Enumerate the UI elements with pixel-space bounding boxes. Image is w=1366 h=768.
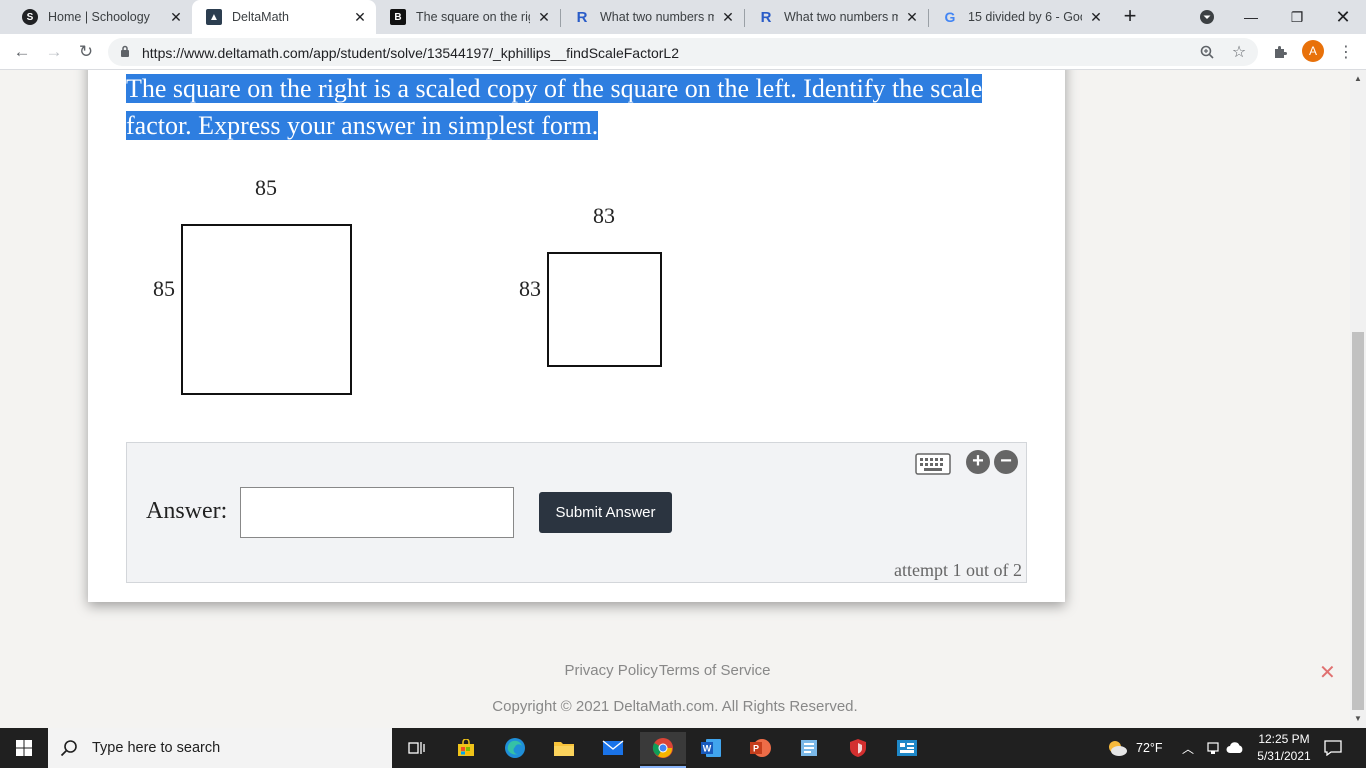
url-text[interactable]: https://www.deltamath.com/app/student/so… — [142, 45, 679, 61]
left-square-side-label: 85 — [153, 276, 175, 301]
show-hidden-icons-chevron-icon[interactable]: ︿ — [1182, 728, 1194, 768]
window-close-icon[interactable]: ✕ — [1320, 0, 1366, 34]
graduation-cap-icon: ▲ — [206, 9, 222, 25]
terms-of-service-link[interactable]: Terms of Service — [659, 662, 771, 679]
tab-what-two-numbers-2[interactable]: R What two numbers mu ✕ — [744, 0, 928, 34]
file-explorer-icon[interactable] — [547, 732, 581, 764]
scroll-down-arrow-icon[interactable]: ▼ — [1350, 712, 1366, 726]
right-square-side-label: 83 — [519, 276, 541, 301]
keyboard-icon[interactable] — [915, 453, 951, 475]
schoology-icon: S — [22, 9, 38, 25]
document-viewer-icon[interactable] — [792, 732, 826, 764]
security-shield-icon[interactable] — [841, 732, 875, 764]
tab-deltamath[interactable]: ▲ DeltaMath ✕ — [192, 0, 376, 34]
minimize-icon[interactable]: — — [1228, 0, 1274, 34]
r-icon: R — [576, 8, 588, 26]
page-scrollbar[interactable]: ▲ ▼ — [1350, 70, 1366, 728]
mail-icon[interactable] — [596, 732, 630, 764]
browser-toolbar: ← → ↻ https://www.deltamath.com/app/stud… — [0, 34, 1366, 70]
restore-icon[interactable]: ❐ — [1274, 0, 1320, 34]
zoom-in-plus-icon[interactable]: + — [966, 450, 990, 474]
footer-close-icon[interactable]: ✕ — [1319, 660, 1336, 685]
scroll-thumb[interactable] — [1352, 332, 1364, 710]
tab-schoology[interactable]: S Home | Schoology ✕ — [8, 0, 192, 34]
svg-text:P: P — [753, 744, 759, 754]
edge-browser-icon[interactable] — [498, 732, 532, 764]
svg-text:W: W — [703, 744, 712, 754]
right-square — [547, 252, 662, 367]
back-arrow-icon[interactable]: ← — [10, 40, 34, 64]
tab-search-chevron-icon[interactable] — [1184, 0, 1230, 34]
tab-title: Home | Schoology — [48, 10, 150, 24]
microsoft-store-icon[interactable] — [449, 732, 483, 764]
windows-taskbar: Type here to search W P 72°F ︿ 12:25 PM … — [0, 728, 1366, 768]
new-tab-plus-icon[interactable]: + — [1118, 5, 1142, 29]
r-icon: R — [760, 8, 772, 26]
left-square-top-label: 85 — [255, 175, 277, 200]
privacy-policy-link[interactable]: Privacy Policy — [564, 662, 657, 679]
calculator-app-icon[interactable] — [890, 732, 924, 764]
google-icon: G — [944, 9, 956, 25]
chrome-browser-icon[interactable] — [640, 732, 686, 768]
bookmark-star-icon[interactable]: ☆ — [1230, 43, 1248, 61]
close-icon[interactable]: ✕ — [536, 9, 552, 25]
search-placeholder: Type here to search — [92, 740, 221, 756]
question-text: The square on the right is a scaled copy… — [126, 70, 1026, 144]
system-clock[interactable]: 12:25 PM 5/31/2021 — [1246, 731, 1322, 765]
search-icon — [60, 740, 77, 757]
powerpoint-icon[interactable]: P — [743, 732, 777, 764]
scroll-up-arrow-icon[interactable]: ▲ — [1350, 72, 1366, 86]
clock-date: 5/31/2021 — [1257, 749, 1311, 763]
partly-cloudy-icon — [1109, 741, 1127, 756]
selected-question-text: The square on the right is a scaled copy… — [126, 74, 983, 140]
tab-title: The square on the right — [416, 10, 530, 24]
extensions-puzzle-icon[interactable] — [1270, 42, 1290, 62]
notifications-icon[interactable] — [1324, 728, 1342, 768]
tab-google-search[interactable]: G 15 divided by 6 - Goo ✕ — [928, 0, 1112, 34]
tab-title: What two numbers mu — [784, 10, 898, 24]
tab-what-two-numbers-1[interactable]: R What two numbers mu ✕ — [560, 0, 744, 34]
weather-temperature: 72°F — [1136, 741, 1163, 755]
close-icon[interactable]: ✕ — [720, 9, 736, 25]
word-icon[interactable]: W — [694, 732, 728, 764]
forward-arrow-icon[interactable]: → — [42, 40, 66, 64]
zoom-magnifier-icon[interactable] — [1198, 43, 1216, 61]
lock-icon — [121, 45, 129, 57]
answer-panel: + − Answer: Submit Answer attempt 1 out … — [126, 442, 1027, 583]
tab-strip: S Home | Schoology ✕ ▲ DeltaMath ✕ B The… — [0, 0, 1366, 34]
clock-time: 12:25 PM — [1258, 732, 1310, 746]
profile-avatar[interactable]: A — [1302, 40, 1324, 62]
task-view-icon[interactable] — [400, 732, 434, 764]
attempt-counter: attempt 1 out of 2 — [894, 560, 1022, 580]
copyright-text: Copyright © 2021 DeltaMath.com. All Righ… — [492, 698, 858, 715]
weather-widget[interactable]: 72°F — [1106, 728, 1163, 768]
tab-title: What two numbers mu — [600, 10, 714, 24]
submit-answer-button[interactable]: Submit Answer — [539, 492, 672, 533]
close-icon[interactable]: ✕ — [904, 9, 920, 25]
zoom-out-minus-icon[interactable]: − — [994, 450, 1018, 474]
problem-card: The square on the right is a scaled copy… — [88, 70, 1065, 602]
network-icon[interactable] — [1206, 728, 1220, 768]
close-icon[interactable]: ✕ — [352, 9, 368, 25]
reload-icon[interactable]: ↻ — [74, 40, 98, 64]
tab-title: DeltaMath — [232, 10, 289, 24]
taskbar-search-box[interactable]: Type here to search — [48, 728, 392, 768]
answer-label: Answer: — [146, 498, 228, 524]
close-icon[interactable]: ✕ — [168, 9, 184, 25]
right-square-top-label: 83 — [593, 203, 615, 228]
left-square — [181, 224, 352, 395]
page-viewport: The square on the right is a scaled copy… — [0, 70, 1350, 728]
footer-links: Privacy Policy Terms of Service — [0, 662, 1350, 679]
brainly-icon: B — [390, 9, 406, 25]
cloud-sync-icon[interactable] — [1226, 728, 1244, 768]
windows-start-icon[interactable] — [0, 728, 48, 768]
tab-brainly[interactable]: B The square on the right ✕ — [376, 0, 560, 34]
tab-title: 15 divided by 6 - Goo — [968, 10, 1082, 24]
close-icon[interactable]: ✕ — [1088, 9, 1104, 25]
address-bar[interactable]: https://www.deltamath.com/app/student/so… — [108, 38, 1258, 66]
more-menu-icon[interactable]: ⋮ — [1336, 42, 1356, 62]
answer-input[interactable] — [240, 487, 514, 538]
